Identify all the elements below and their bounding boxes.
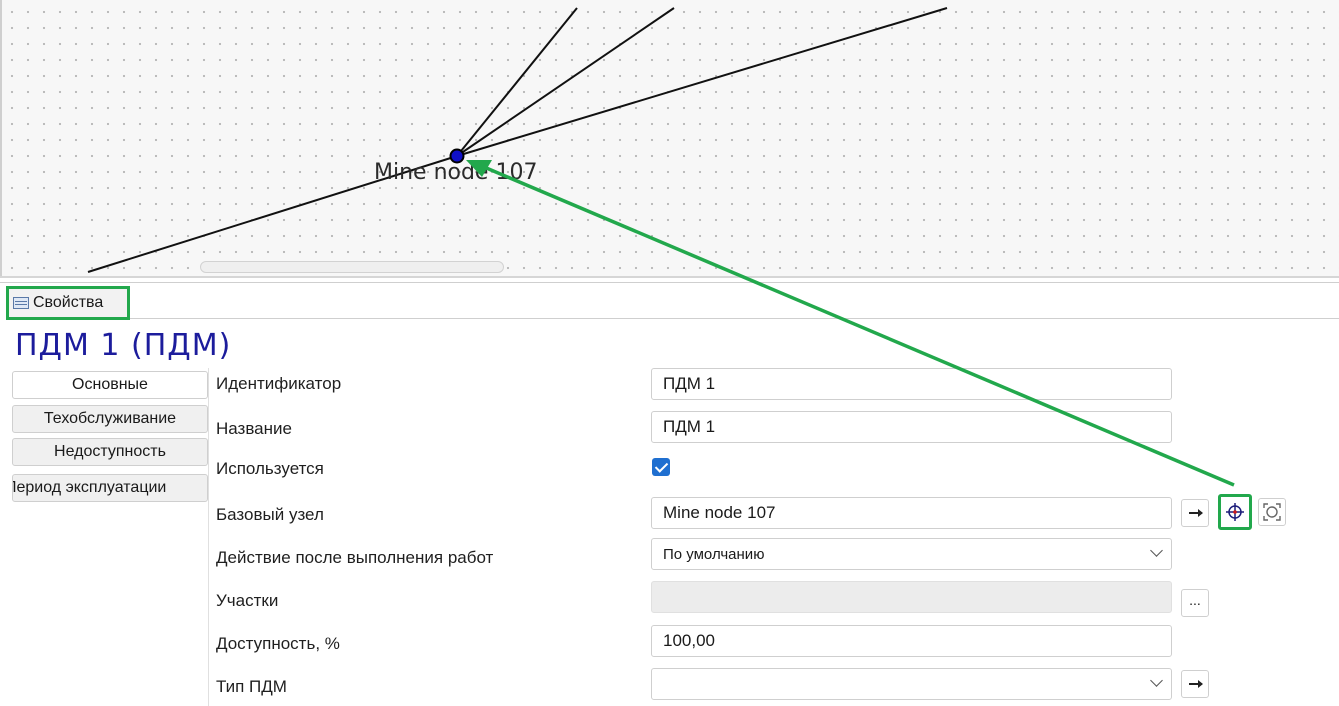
goto-node-button[interactable] [1181, 499, 1209, 527]
network-edges [87, 7, 948, 273]
identifier-field[interactable]: ПДМ 1 [651, 368, 1172, 400]
zoom-fit-button[interactable] [1258, 498, 1286, 526]
edge-line [456, 7, 675, 157]
name-field[interactable]: ПДМ 1 [651, 411, 1172, 443]
crosshair-target-icon [1226, 503, 1244, 521]
node-label: Mine node 107 [374, 160, 538, 185]
side-tab-maintenance[interactable]: Техобслуживание [12, 405, 208, 433]
object-title: ПДМ 1 (ПДМ) [15, 328, 232, 363]
after-work-action-label: Действие после выполнения работ [216, 548, 494, 567]
sections-label: Участки [216, 591, 279, 610]
pdm-type-label: Тип ПДМ [216, 677, 287, 696]
sections-field [651, 581, 1172, 613]
edge-line [456, 7, 948, 157]
identifier-label: Идентификатор [216, 374, 342, 393]
base-node-field[interactable]: Mine node 107 [651, 497, 1172, 529]
availability-field[interactable]: 100,00 [651, 625, 1172, 657]
arrow-right-icon [1188, 680, 1203, 688]
divider [0, 282, 1339, 283]
after-work-action-select[interactable]: По умолчанию [651, 538, 1172, 570]
sections-browse-button[interactable]: ... [1181, 589, 1209, 617]
side-tab-operation-period[interactable]: Период эксплуатации [12, 474, 208, 502]
properties-tab-label: Свойства [33, 294, 104, 311]
side-tab-unavailability[interactable]: Недоступность [12, 438, 208, 466]
properties-table-icon [13, 297, 29, 309]
zoom-fit-icon [1263, 503, 1281, 521]
used-label: Используется [216, 459, 324, 478]
edge-line [456, 7, 578, 157]
base-node-label: Базовый узел [216, 505, 324, 524]
arrow-right-icon [1188, 509, 1203, 517]
pdm-type-select[interactable] [651, 668, 1172, 700]
chevron-down-icon [1150, 544, 1163, 557]
availability-label: Доступность, % [216, 634, 340, 653]
chevron-down-icon [1150, 674, 1163, 687]
pdm-type-goto-button[interactable] [1181, 670, 1209, 698]
network-canvas[interactable]: Mine node 107 [0, 0, 1339, 276]
side-tab-general[interactable]: Основные [12, 371, 208, 399]
splitter[interactable] [0, 276, 1339, 278]
used-checkbox[interactable] [652, 458, 670, 476]
name-label: Название [216, 419, 292, 438]
locate-node-button[interactable] [1218, 494, 1252, 530]
divider [130, 318, 1339, 319]
properties-tab[interactable]: Свойства [6, 286, 130, 320]
horizontal-scrollbar[interactable] [200, 261, 504, 273]
divider [208, 368, 209, 706]
